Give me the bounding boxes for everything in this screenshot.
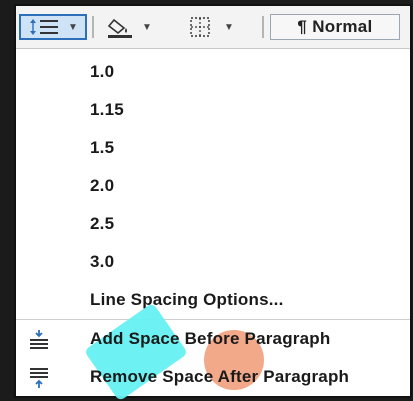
menu-item-spacing-1-5[interactable]: 1.5 — [16, 129, 410, 167]
chevron-down-icon: ▼ — [224, 21, 234, 33]
borders-icon — [190, 17, 210, 37]
menu-item-spacing-1-15[interactable]: 1.15 — [16, 91, 410, 129]
line-spacing-options-item[interactable]: Line Spacing Options... — [16, 281, 410, 319]
menu-item-spacing-3-0[interactable]: 3.0 — [16, 243, 410, 281]
shading-icon — [107, 18, 133, 38]
remove-space-after-icon — [30, 368, 48, 388]
chevron-down-icon: ▼ — [142, 21, 152, 33]
style-normal-button[interactable]: ¶ Normal — [270, 14, 400, 40]
menu-item-spacing-2-5[interactable]: 2.5 — [16, 205, 410, 243]
add-space-before-item[interactable]: Add Space Before Paragraph — [16, 320, 410, 358]
remove-space-after-item[interactable]: Remove Space After Paragraph — [16, 358, 410, 396]
shading-button[interactable]: ▼ — [96, 14, 162, 40]
menu-item-spacing-1-0[interactable]: 1.0 — [16, 53, 410, 91]
menu-item-spacing-2-0[interactable]: 2.0 — [16, 167, 410, 205]
line-spacing-button[interactable]: ▼ — [19, 14, 87, 40]
add-space-before-icon — [30, 330, 48, 349]
line-spacing-icon — [30, 19, 59, 35]
line-spacing-dropdown-panel: ▼ ▼ ▼ ¶ Normal 1.0 1.15 1.5 2.0 2.5 3.0 … — [14, 4, 412, 401]
borders-button[interactable]: ▼ — [166, 14, 256, 40]
toolbar-separator — [262, 16, 264, 38]
chevron-down-icon: ▼ — [68, 21, 78, 33]
toolbar-separator — [92, 16, 94, 38]
paragraph-toolbar: ▼ ▼ ▼ ¶ Normal — [16, 6, 410, 49]
style-normal-label: ¶ Normal — [297, 17, 373, 36]
